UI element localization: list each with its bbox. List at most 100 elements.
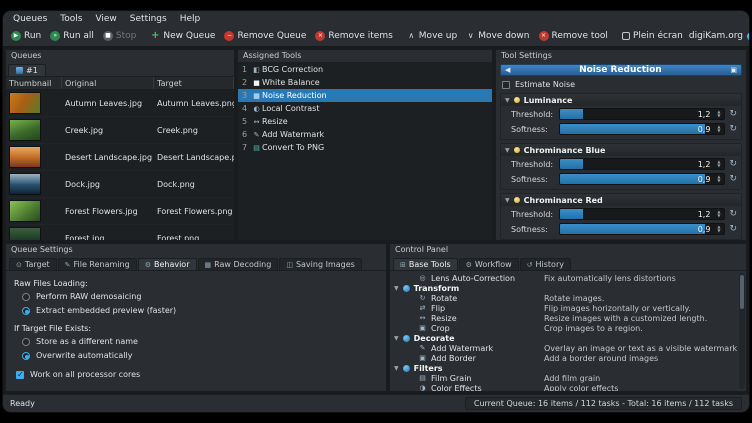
digikam-org-link[interactable]: digiKam.org [689,31,750,41]
luminance-threshold-slider[interactable]: 1,2 [559,108,725,120]
run-all-button[interactable]: » Run all [46,29,98,43]
luminance-softness-slider[interactable]: 0,9 [559,123,725,135]
spinbox-arrows-icon[interactable] [714,209,723,219]
menu-settings[interactable]: Settings [124,13,173,25]
reset-icon[interactable]: ↻ [729,109,737,119]
tree-item-add-border[interactable]: ▣ Add Border Add a border around images [394,353,738,363]
remove-queue-button[interactable]: − Remove Queue [220,29,310,43]
spinbox-arrows-icon[interactable] [714,174,723,184]
column-thumbnail[interactable]: Thumbnail [6,77,62,89]
option-all-processor-cores[interactable]: Work on all processor cores [16,370,378,379]
tree-group-transform[interactable]: ▼ Transform [394,283,738,293]
scrollbar[interactable] [739,273,745,389]
tool-row-noise-reduction[interactable]: 3 ▦ Noise Reduction [238,89,492,102]
chrominance-red-threshold-slider[interactable]: 1,2 [559,208,725,220]
thumbnail-creek [9,119,41,141]
radio-icon[interactable] [22,352,30,360]
chrominance-blue-section-header[interactable]: ▼ Chrominance Blue [501,144,741,156]
run-button[interactable]: ▶ Run [7,29,45,43]
move-down-button[interactable]: ∨ Move down [462,29,533,43]
tab-target[interactable]: ⊙ Target [9,258,57,270]
queue-row-autumn-leaves[interactable]: Autumn Leaves.jpg Autumn Leaves.png [6,90,234,117]
remove-items-button[interactable]: × Remove items [311,29,396,43]
tree-item-lens-auto-correction[interactable]: ◎ Lens Auto-Correction Fix automatically… [394,273,738,283]
reset-icon[interactable]: ↻ [729,174,737,184]
reset-icon[interactable]: ↻ [729,124,737,134]
spinbox-arrows-icon[interactable] [714,224,723,234]
queue-row-creek[interactable]: Creek.jpg Creek.png [6,117,234,144]
tab-saving-images[interactable]: ◫ Saving Images [279,258,361,270]
chrominance-red-section-header[interactable]: ▼ Chrominance Red [501,194,741,206]
chrominance-red-softness-slider[interactable]: 0,9 [559,223,725,235]
queue-tab-1[interactable]: #1 [8,64,46,76]
tool-row-convert-to-png[interactable]: 7 ▤ Convert To PNG [238,141,492,154]
spinbox-arrows-icon[interactable] [714,109,723,119]
column-original[interactable]: Original [62,77,154,89]
tab-raw-decoding[interactable]: ▦ Raw Decoding [198,258,279,270]
tab-base-tools[interactable]: ⊞ Base Tools [393,258,458,270]
move-up-button[interactable]: ∧ Move up [403,29,461,43]
chrominance-blue-threshold-slider[interactable]: 1,2 [559,158,725,170]
option-extract-embedded-preview[interactable]: Extract embedded preview (faster) [22,306,378,315]
queue-row-forest[interactable]: Forest.jpg Forest.png [6,225,234,240]
tool-row-white-balance[interactable]: 2 ■ White Balance [238,76,492,89]
queue-row-desert-landscape[interactable]: Desert Landscape.jpg Desert Landscape.pn… [6,144,234,171]
queues-panel-title: Queues [6,50,234,62]
tab-file-renaming[interactable]: ✎ File Renaming [58,258,137,270]
tool-label: Convert To PNG [262,143,324,152]
estimate-noise-checkbox[interactable] [502,81,510,89]
queue-icon [16,67,23,74]
option-store-different-name[interactable]: Store as a different name [22,337,378,346]
tool-number: 5 [238,117,251,126]
tab-history[interactable]: ↺ History [520,258,571,270]
tab-label: Saving Images [296,260,355,269]
group-label: Decorate [414,334,455,343]
scrollbar-thumb[interactable] [740,275,744,309]
option-perform-raw-demosaicing[interactable]: Perform RAW demosaicing [22,292,378,301]
option-overwrite-automatically[interactable]: Overwrite automatically [22,351,378,360]
reset-icon[interactable]: ↻ [729,159,737,169]
menu-queues[interactable]: Queues [7,13,53,25]
reset-icon[interactable]: ↻ [729,224,737,234]
radio-icon[interactable] [22,293,30,301]
queues-panel: Queues #1 Thumbnail Original Target Autu… [5,49,235,241]
new-queue-button[interactable]: + New Queue [146,29,219,43]
checkbox-icon[interactable] [16,371,24,379]
chrominance-red-icon [514,197,520,203]
luminance-section-header[interactable]: ▼ Luminance [501,94,741,106]
tool-row-add-watermark[interactable]: 6 ✎ Add Watermark [238,128,492,141]
tool-row-bcg-correction[interactable]: 1 ◧ BCG Correction [238,63,492,76]
chrominance-blue-softness-slider[interactable]: 0,9 [559,173,725,185]
tab-workflow[interactable]: ⚙ Workflow [459,258,519,270]
remove-tool-button[interactable]: × Remove tool [535,29,612,43]
tool-row-resize[interactable]: 5 ↔ Resize [238,115,492,128]
queue-settings-panel: Queue Settings ⊙ Target ✎ File Renaming … [5,243,387,392]
spinbox-arrows-icon[interactable] [714,159,723,169]
tree-group-decorate[interactable]: ▼ Decorate [394,333,738,343]
tree-item-color-effects[interactable]: ◑ Color Effects Apply color effects [394,383,738,391]
reset-icon[interactable]: ↻ [729,209,737,219]
tree-group-filters[interactable]: ▼ Filters [394,363,738,373]
stop-button[interactable]: ■ Stop [99,29,140,43]
tab-behavior[interactable]: ⚙ Behavior [138,258,197,270]
spinbox-arrows-icon[interactable] [714,124,723,134]
menu-view[interactable]: View [89,13,122,25]
tool-menu-icon[interactable]: ▣ [730,66,737,74]
lens-auto-correction-icon: ◎ [418,274,427,282]
radio-icon[interactable] [22,307,30,315]
bcg-correction-icon: ◧ [251,66,262,74]
menu-tools[interactable]: Tools [54,13,88,25]
queue-row-forest-flowers[interactable]: Forest Flowers.jpg Forest Flowers.png [6,198,234,225]
tree-item-crop[interactable]: ▣ Crop Crop images to a region. [394,323,738,333]
column-target[interactable]: Target [154,77,234,89]
tool-row-local-contrast[interactable]: 4 ◐ Local Contrast [238,102,492,115]
menu-help[interactable]: Help [174,13,207,25]
fullscreen-button[interactable]: Plein écran [618,29,687,43]
tree-item-flip[interactable]: ⇄ Flip Flip images horizontally or verti… [394,303,738,313]
tree-item-resize[interactable]: ↔ Resize Resize images with a customized… [394,313,738,323]
queue-row-dock[interactable]: Dock.jpg Dock.png [6,171,234,198]
radio-icon[interactable] [22,338,30,346]
tree-item-film-grain[interactable]: ▤ Film Grain Add film grain [394,373,738,383]
tree-item-rotate[interactable]: ↻ Rotate Rotate images. [394,293,738,303]
tree-item-add-watermark[interactable]: ✎ Add Watermark Overlay an image or text… [394,343,738,353]
